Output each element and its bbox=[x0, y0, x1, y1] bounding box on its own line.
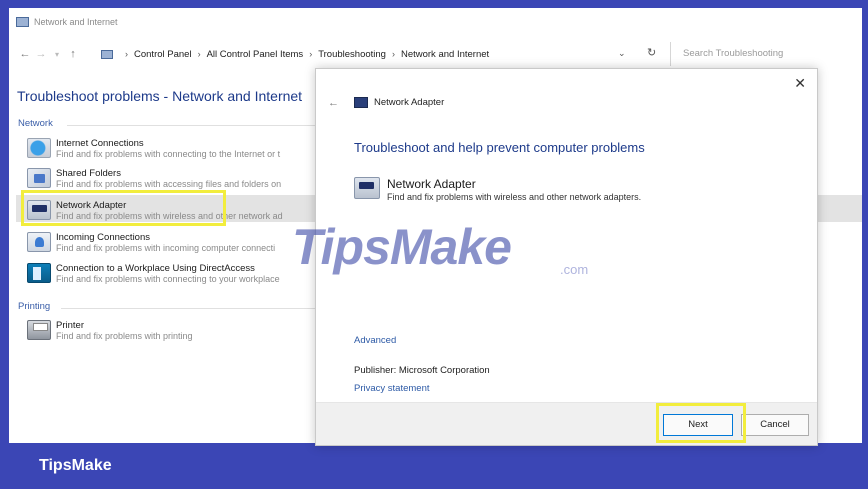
breadcrumb-separator-icon: › bbox=[197, 49, 201, 59]
breadcrumb-control-panel[interactable]: Control Panel bbox=[134, 49, 192, 60]
item-title: Internet Connections bbox=[56, 138, 144, 149]
breadcrumb-separator-icon: › bbox=[391, 49, 395, 59]
list-item-incoming-connections[interactable]: Incoming Connections Find and fix proble… bbox=[27, 232, 275, 258]
breadcrumb-troubleshooting[interactable]: Troubleshooting bbox=[318, 49, 386, 60]
shared-folder-icon bbox=[27, 168, 51, 188]
page-title: Troubleshoot problems - Network and Inte… bbox=[17, 88, 303, 104]
title-bar: Network and Internet bbox=[9, 8, 862, 35]
breadcrumb-network-and-internet[interactable]: Network and Internet bbox=[401, 49, 489, 60]
folder-icon bbox=[101, 49, 113, 59]
close-icon[interactable]: ✕ bbox=[794, 75, 806, 92]
network-adapter-icon bbox=[354, 97, 368, 108]
breadcrumb-all-items[interactable]: All Control Panel Items bbox=[207, 49, 304, 60]
troubleshooter-title: Network Adapter bbox=[387, 177, 476, 191]
privacy-statement-link[interactable]: Privacy statement bbox=[354, 383, 430, 394]
forward-arrow-icon[interactable]: → bbox=[33, 48, 49, 60]
publisher-info: Publisher: Microsoft Corporation bbox=[354, 365, 490, 376]
refresh-icon[interactable]: ↻ bbox=[647, 46, 656, 59]
item-description: Find and fix problems with connecting to… bbox=[56, 149, 281, 159]
cancel-button[interactable]: Cancel bbox=[741, 414, 809, 436]
group-divider bbox=[61, 308, 327, 309]
troubleshooter-description: Find and fix problems with wireless and … bbox=[387, 192, 642, 202]
dialog-header-title: Network Adapter bbox=[374, 97, 445, 108]
dialog-title: Troubleshoot and help prevent computer p… bbox=[354, 140, 645, 155]
troubleshooter-item: Network Adapter Find and fix problems wi… bbox=[354, 177, 641, 203]
breadcrumb-separator-icon: › bbox=[309, 49, 313, 59]
search-input[interactable]: Search Troubleshooting bbox=[670, 42, 862, 66]
watermark-suffix: .com bbox=[560, 262, 589, 277]
item-title: Shared Folders bbox=[56, 168, 121, 179]
up-arrow-icon[interactable]: ↑ bbox=[65, 48, 81, 60]
network-adapter-highlight bbox=[21, 190, 226, 226]
item-title: Incoming Connections bbox=[56, 232, 150, 243]
item-description: Find and fix problems with incoming comp… bbox=[56, 243, 276, 253]
breadcrumb-separator-icon: › bbox=[125, 49, 128, 59]
item-description: Find and fix problems with connecting to… bbox=[56, 274, 280, 284]
group-label-printing: Printing bbox=[18, 301, 51, 312]
address-bar: ← → ▾ ↑ › Control Panel › All Control Pa… bbox=[9, 42, 862, 66]
network-adapter-icon bbox=[354, 177, 380, 199]
breadcrumb[interactable]: › Control Panel › All Control Panel Item… bbox=[101, 42, 489, 66]
item-description: Find and fix problems with printing bbox=[56, 331, 193, 341]
next-button-highlight bbox=[656, 403, 746, 443]
dialog-header: Network Adapter bbox=[354, 97, 444, 108]
publisher-value: Microsoft Corporation bbox=[398, 365, 490, 376]
brand-banner-text: TipsMake bbox=[39, 457, 112, 474]
incoming-connections-icon bbox=[27, 232, 51, 252]
publisher-label: Publisher: bbox=[354, 365, 397, 376]
printer-icon bbox=[27, 320, 51, 340]
list-item-directaccess[interactable]: Connection to a Workplace Using DirectAc… bbox=[27, 263, 280, 289]
item-description: Find and fix problems with accessing fil… bbox=[56, 179, 282, 189]
address-dropdown-icon[interactable]: ⌄ bbox=[618, 48, 626, 59]
recent-chevron-icon[interactable]: ▾ bbox=[49, 50, 65, 59]
group-label-network: Network bbox=[18, 118, 53, 129]
item-title: Printer bbox=[56, 320, 84, 331]
control-panel-icon bbox=[16, 16, 29, 27]
group-divider bbox=[67, 125, 327, 126]
back-arrow-icon[interactable]: ← bbox=[17, 48, 33, 60]
advanced-link[interactable]: Advanced bbox=[354, 335, 396, 346]
globe-icon bbox=[27, 138, 51, 158]
list-item-internet-connections[interactable]: Internet Connections Find and fix proble… bbox=[27, 138, 280, 164]
workplace-icon bbox=[27, 263, 51, 283]
item-title: Connection to a Workplace Using DirectAc… bbox=[56, 263, 255, 274]
list-item-printer[interactable]: Printer Find and fix problems with print… bbox=[27, 320, 193, 346]
window-title: Network and Internet bbox=[34, 16, 118, 27]
back-arrow-icon[interactable]: ← bbox=[328, 97, 339, 109]
watermark-logo: TipsMake bbox=[292, 219, 512, 275]
